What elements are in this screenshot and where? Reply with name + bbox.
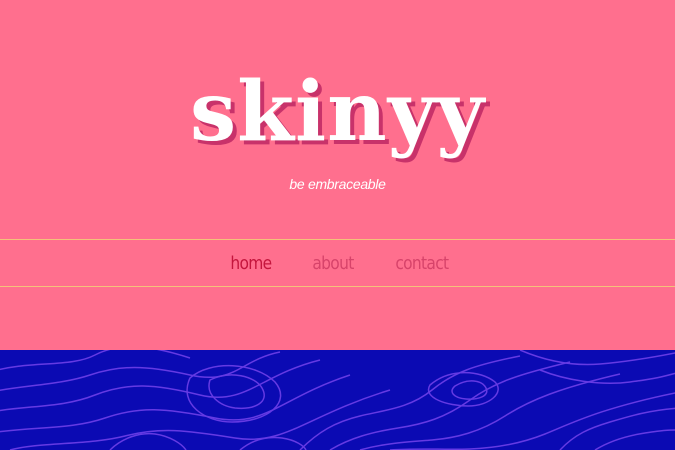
contour-pattern-band <box>0 350 675 450</box>
nav-link-home[interactable]: home <box>230 253 272 274</box>
nav-divider-bottom <box>0 286 675 287</box>
hero-section: skinyy be embraceable home about contact <box>0 0 675 350</box>
nav-link-about[interactable]: about <box>312 253 354 274</box>
nav-link-contact[interactable]: contact <box>395 253 449 274</box>
site-tagline: be embraceable <box>289 176 386 192</box>
topographic-pattern-graphic <box>0 350 675 450</box>
main-nav: home about contact <box>0 240 675 286</box>
site-logo[interactable]: skinyy <box>0 62 675 162</box>
